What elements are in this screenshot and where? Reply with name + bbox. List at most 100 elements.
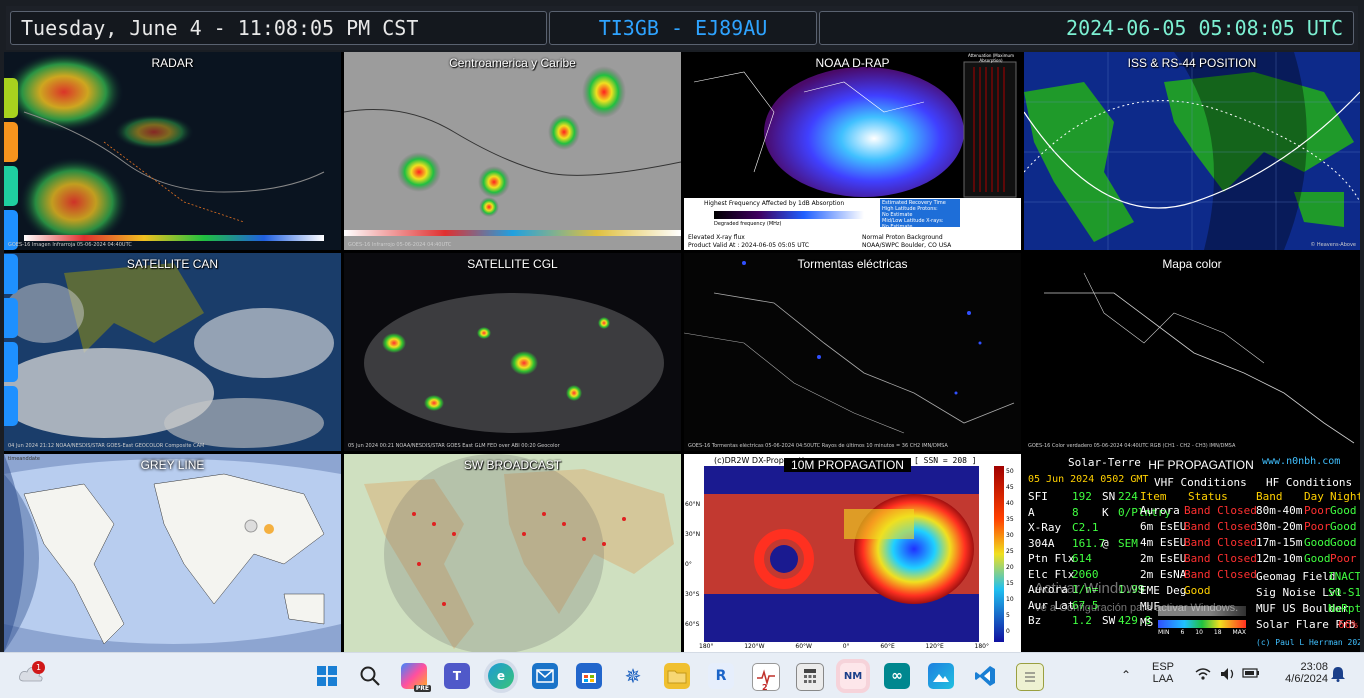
arduino-icon[interactable]: ∞ (884, 663, 910, 689)
drap-legend-axis: Degraded frequency (MHz) (714, 221, 782, 227)
system-clock[interactable]: 23:08 4/6/2024 (1264, 661, 1328, 685)
scale-tick: 30 (1006, 532, 1014, 539)
sw-broadcast-panel[interactable]: SW BROADCAST (344, 454, 681, 652)
remote-icon[interactable]: R (708, 663, 734, 689)
panel-title: Centroamerica y Caribe (449, 56, 576, 70)
hf-band: 30m-20m (1256, 520, 1303, 533)
radar-panel[interactable]: RADAR GOES-16 Imagen Infrarroja 05-06-20… (4, 52, 341, 250)
side-tab[interactable] (4, 166, 18, 206)
solar-value: C2.1 (1072, 521, 1099, 534)
nmi-icon[interactable]: NM (840, 663, 866, 689)
10m-propagation-panel[interactable]: (c)DR2W DX-Propagation [ SSN = 208 ] 10M… (684, 454, 1021, 652)
mapa-color-panel[interactable]: Mapa color GOES-16 Color verdadero 05-06… (1024, 253, 1360, 451)
muf-tick: 6 (1180, 629, 1185, 636)
hf-propagation-panel[interactable]: Solar-Terrestrial HF PROPAGATION www.n0n… (1024, 454, 1360, 652)
satellite-can-panel[interactable]: SATELLITE CAN 04 Jun 2024 21:12 NOAA/NES… (4, 253, 341, 451)
mail-icon[interactable] (532, 663, 558, 689)
search-icon[interactable] (357, 663, 383, 689)
battery-icon[interactable] (1242, 668, 1260, 681)
local-time: Tuesday, June 4 - 11:08:05 PM CST (10, 11, 547, 45)
edge-icon[interactable]: e (488, 663, 514, 689)
weather-cloud-icon[interactable]: 1 (18, 661, 45, 685)
centroamerica-panel[interactable]: Centroamerica y Caribe GOES-16 Infrarroj… (344, 52, 681, 250)
vscode-icon[interactable] (972, 663, 998, 689)
pre-label: PRE (413, 685, 431, 692)
lon-tick: 120°E (925, 643, 944, 650)
hf-band: 80m-40m (1256, 504, 1303, 517)
vhf-item: MS (1140, 616, 1154, 629)
files-icon[interactable] (664, 663, 690, 689)
scale-ticks: 50 45 40 35 30 25 20 15 10 5 0 (1006, 464, 1014, 640)
true-color-map (1024, 253, 1360, 451)
windows-icon[interactable] (314, 663, 340, 689)
drap-valid: Product Valid At : 2024-06-05 05:05 UTC (688, 242, 810, 249)
weather-badge: 1 (32, 661, 45, 674)
panel-title: SATELLITE CAN (126, 257, 219, 271)
hf-night: Poor (1330, 552, 1357, 565)
activate-windows-title: Activar Windows (1034, 580, 1145, 597)
language-code: ESP (1151, 661, 1174, 673)
hf-night: Good (1330, 536, 1357, 549)
panel-caption: timeanddate (8, 456, 40, 462)
vhf-head-item: Item (1140, 490, 1167, 503)
satellite-cgl-panel[interactable]: SATELLITE CGL 05 Jun 2024 00:21 NOAA/NES… (344, 253, 681, 451)
vhf-item: EME Deg (1140, 584, 1187, 597)
lon-tick: 180° (974, 643, 989, 650)
chevron-up-icon[interactable]: ⌃ (1120, 668, 1132, 682)
vhf-status: Band Closed (1184, 568, 1257, 581)
muf-scale-bar (1158, 620, 1246, 628)
wifi-icon[interactable] (1195, 667, 1211, 684)
clock-time: 23:08 (1300, 661, 1328, 673)
lat-tick: 0° (685, 561, 692, 568)
tormentas-panel[interactable]: Tormentas eléctricas GOES-16 Tormentas e… (684, 253, 1021, 451)
panel-caption: GOES-16 Imagen Infrarroja 05-06-2024 04:… (8, 242, 132, 248)
notepad-icon[interactable] (1016, 663, 1044, 691)
side-tab[interactable] (4, 342, 18, 382)
side-tab[interactable] (4, 298, 18, 338)
muf-scale-ticks: MIN 6 10 18 MAX (1158, 629, 1246, 636)
iss-position-panel[interactable]: ISS & RS-44 POSITION © Heavens-Above (1024, 52, 1360, 250)
language-layout: LAA (1152, 673, 1174, 685)
language-indicator[interactable]: ESP LAA (1148, 661, 1178, 685)
hf-day: Poor (1304, 520, 1331, 533)
hf-title: HF Conditions (1266, 476, 1353, 489)
copilot-icon[interactable]: PRE (401, 663, 431, 692)
noaa-drap-panel[interactable]: NOAA D-RAP Highest Frequency Affected by… (684, 52, 1021, 250)
heart-monitor-icon[interactable]: 2 (752, 663, 780, 692)
solar-key: A (1028, 505, 1035, 519)
panel-title: RADAR (151, 56, 194, 70)
volume-icon[interactable] (1220, 667, 1236, 684)
scale-tick: 25 (1006, 548, 1014, 555)
lon-tick: 60°E (880, 643, 895, 650)
solar-key: X-Ray (1028, 521, 1062, 534)
panel-title: SATELLITE CGL (467, 257, 558, 271)
vhf-status: Band Closed (1184, 504, 1257, 517)
drap-source: NOAA/SWPC Boulder, CO USA (862, 242, 952, 249)
store-icon[interactable] (576, 663, 602, 689)
photos-icon[interactable] (928, 663, 954, 689)
calculator-icon[interactable] (796, 663, 824, 691)
solar-value: 192 (1072, 490, 1092, 503)
solar-key: Bz (1028, 614, 1042, 627)
solar-value: 8 (1072, 505, 1079, 519)
lightning-map (684, 253, 1021, 451)
side-tab[interactable] (4, 122, 18, 162)
panel-title: Mapa color (1162, 257, 1222, 271)
side-tab[interactable] (4, 78, 18, 118)
scale-tick: 20 (1006, 564, 1014, 571)
teams-icon[interactable]: T (444, 663, 470, 689)
panel-caption: 05 Jun 2024 00:21 NOAA/NESDIS/STAR GOES … (348, 443, 560, 449)
hf-day: Good (1304, 552, 1331, 565)
compass-icon[interactable]: ✵ (620, 663, 646, 689)
solar-key2: @ (1102, 536, 1109, 550)
panel-title: SW BROADCAST (463, 458, 562, 472)
side-tab[interactable] (4, 386, 18, 426)
lat-tick: 60°S (685, 621, 700, 628)
solar-value: 614 (1072, 552, 1092, 565)
hf-extra-key: Geomag Field (1256, 570, 1336, 583)
notification-bell-icon[interactable] (1330, 666, 1346, 685)
panel-title: 10M PROPAGATION (784, 458, 911, 472)
grey-line-panel[interactable]: GREY LINE timeanddate (4, 454, 341, 652)
muf-tick: 18 (1213, 629, 1222, 636)
scale-tick: 50 (1006, 468, 1014, 475)
